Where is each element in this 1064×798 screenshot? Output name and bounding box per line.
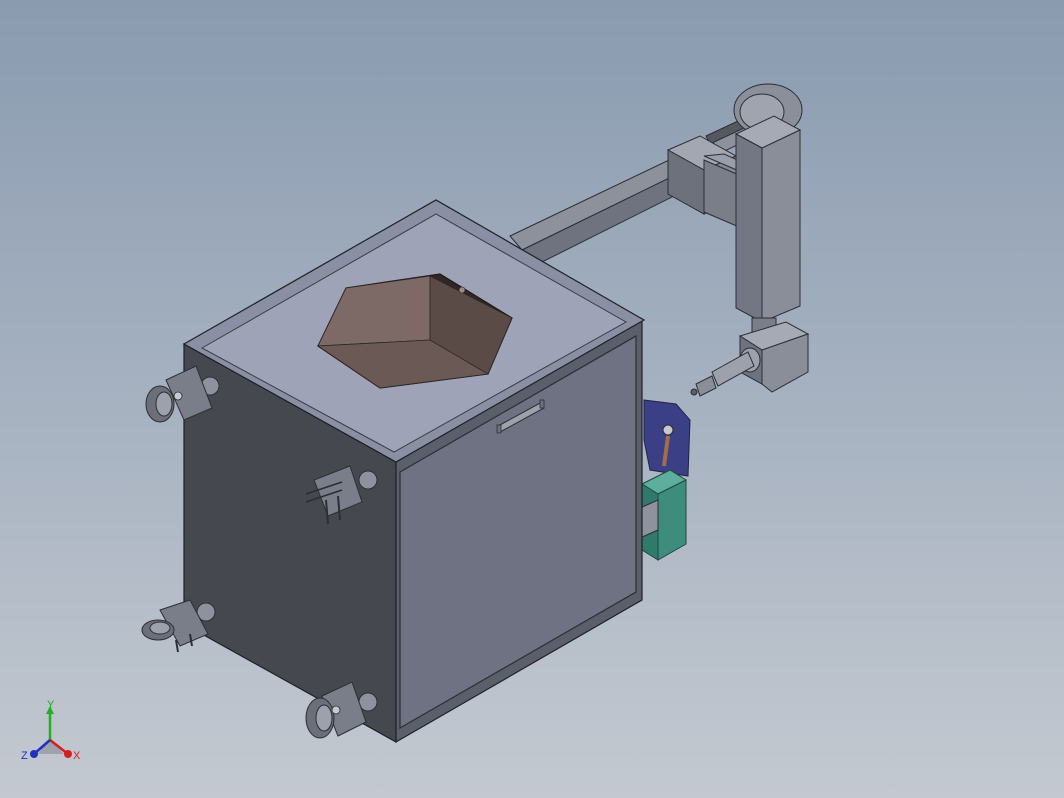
- axis-triad: Y X Z: [21, 700, 81, 762]
- x-axis-label: X: [73, 750, 81, 762]
- 3d-model-view[interactable]: [0, 0, 1064, 798]
- gantry-column-vertical[interactable]: [733, 83, 810, 393]
- cad-viewport[interactable]: Y X Z: [0, 0, 1064, 798]
- nozzle-head[interactable]: [690, 347, 761, 397]
- z-axis-label: Z: [21, 750, 28, 762]
- rear-mechanism[interactable]: [639, 399, 691, 561]
- y-axis-label: Y: [47, 700, 55, 711]
- caster-wheel-rear-left[interactable]: [141, 599, 216, 653]
